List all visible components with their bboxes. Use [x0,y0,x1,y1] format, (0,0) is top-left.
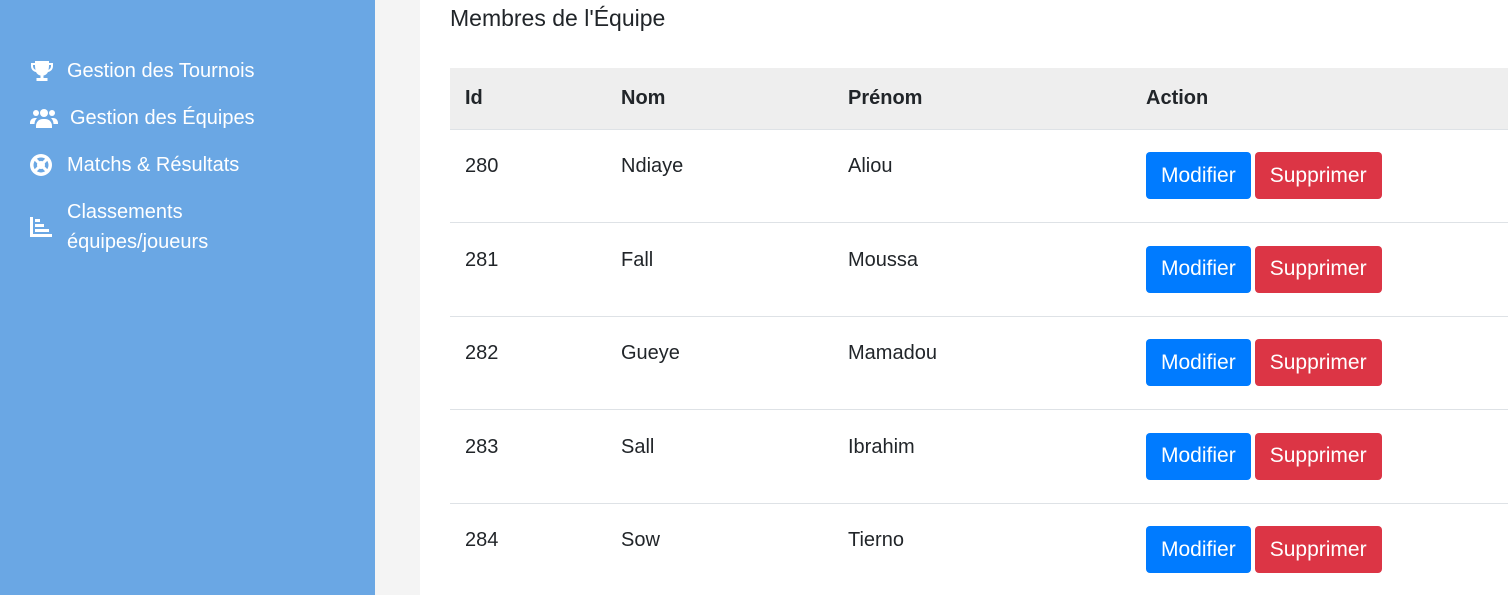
supprimer-button[interactable]: Supprimer [1254,526,1382,574]
sidebar-item-matchs[interactable]: Matchs & Résultats [0,146,375,184]
table-row: 284 Sow Tierno Modifier Supprimer [450,503,1508,595]
cell-prenom: Moussa [848,248,919,271]
cell-prenom: Ibrahim [848,435,915,458]
sidebar-item-tournois[interactable]: Gestion des Tournois [0,52,375,90]
column-header-prenom: Prénom [833,68,1131,130]
cell-action: Modifier Supprimer [1131,223,1508,317]
cell-prenom: Aliou [848,155,893,178]
cell-action: Modifier Supprimer [1131,316,1508,410]
modifier-button[interactable]: Modifier [1146,152,1251,200]
sidebar-item-equipes[interactable]: Gestion des Équipes [0,99,375,137]
table-row: 283 Sall Ibrahim Modifier Supprimer [450,410,1508,504]
supprimer-button[interactable]: Supprimer [1254,432,1382,480]
cell-action: Modifier Supprimer [1131,129,1508,223]
cell-action: Modifier Supprimer [1131,410,1508,504]
cell-nom: Gueye [621,342,680,365]
cell-nom: Sall [621,435,655,458]
users-icon [30,103,61,133]
page-title: Membres de l'Équipe [450,5,666,31]
content-gutter [375,0,420,595]
cell-action: Modifier Supprimer [1131,503,1508,595]
cell-prenom: Mamadou [848,342,937,365]
sidebar-item-label: Classements équipes/joueurs [67,201,209,253]
table-header-row: Id Nom Prénom Action [450,68,1508,130]
cell-prenom: Tierno [848,529,904,552]
trophy-icon [30,56,58,86]
sidebar: Gestion des Tournois Gestion des Équipes [0,0,375,595]
cell-id: 282 [465,342,499,365]
modifier-button[interactable]: Modifier [1146,339,1251,387]
sidebar-item-label: Gestion des Équipes [70,107,255,129]
column-header-nom: Nom [606,68,833,130]
column-header-id: Id [450,68,606,130]
modifier-button[interactable]: Modifier [1146,432,1251,480]
cell-nom: Sow [621,529,660,552]
supprimer-button[interactable]: Supprimer [1254,245,1382,293]
main-content: Membres de l'Équipe Id Nom Prénom Action… [420,0,1508,595]
modifier-button[interactable]: Modifier [1146,526,1251,574]
members-table: Id Nom Prénom Action 280 Ndiaye Aliou Mo… [450,68,1508,595]
cell-id: 284 [465,529,499,552]
table-row: 282 Gueye Mamadou Modifier Supprimer [450,316,1508,410]
life-ring-icon [30,150,58,180]
column-header-action: Action [1131,68,1508,130]
table-row: 281 Fall Moussa Modifier Supprimer [450,223,1508,317]
table-row: 280 Ndiaye Aliou Modifier Supprimer [450,129,1508,223]
supprimer-button[interactable]: Supprimer [1254,339,1382,387]
cell-id: 280 [465,155,499,178]
cell-nom: Ndiaye [621,155,684,178]
modifier-button[interactable]: Modifier [1146,245,1251,293]
cell-id: 281 [465,248,499,271]
cell-id: 283 [465,435,499,458]
sidebar-item-classements[interactable]: Classements équipes/joueurs [0,193,375,261]
sidebar-item-label: Matchs & Résultats [67,154,240,176]
sidebar-item-label: Gestion des Tournois [67,60,255,82]
chart-bar-icon [30,212,58,242]
supprimer-button[interactable]: Supprimer [1254,152,1382,200]
cell-nom: Fall [621,248,654,271]
